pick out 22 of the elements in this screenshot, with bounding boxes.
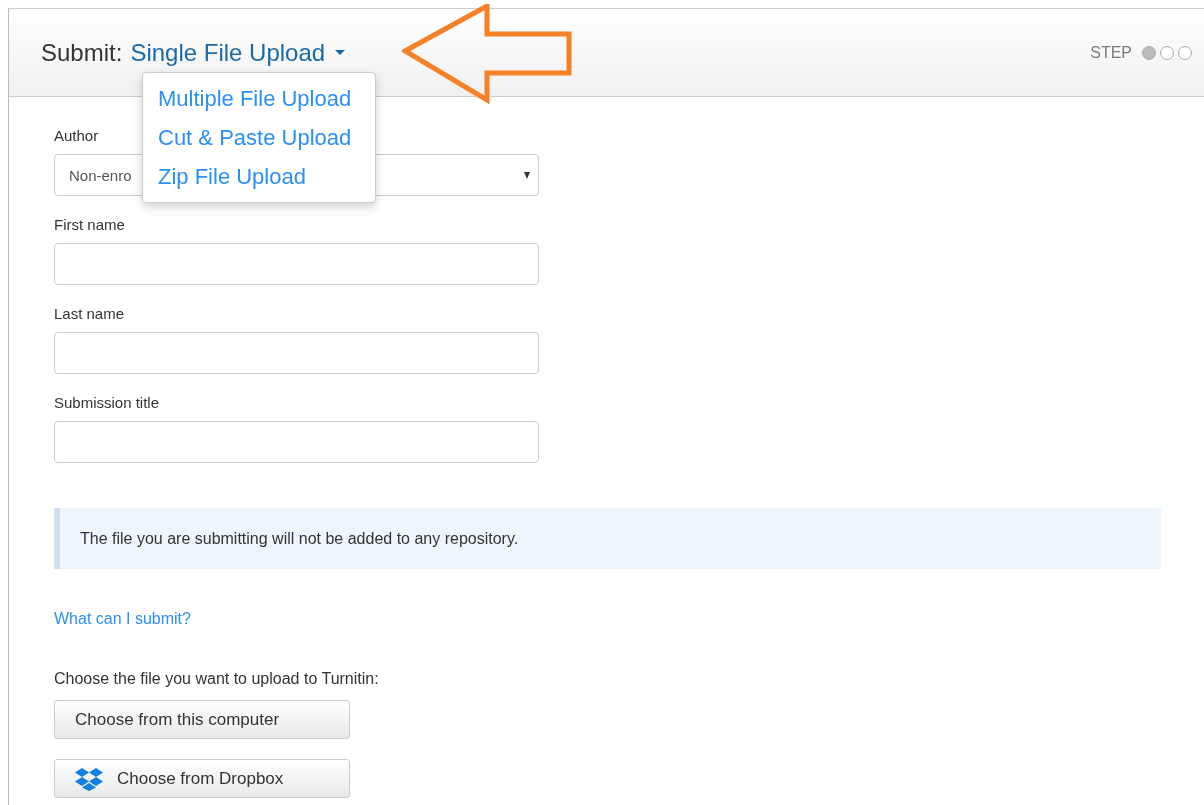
computer-upload-button[interactable]: Choose from this computer (54, 700, 350, 739)
help-link[interactable]: What can I submit? (54, 610, 191, 628)
header-label: Submit: (41, 38, 123, 67)
caret-icon (335, 50, 346, 55)
field-label: Submission title (54, 394, 160, 411)
select-value: Non-enro (69, 166, 132, 184)
menu-item[interactable]: Multiple File Upload (143, 79, 375, 118)
field-label: Last name (54, 305, 125, 322)
info-notice: The file you are submitting will not be added to any repository. (54, 508, 1161, 569)
step-label: STEP (1090, 43, 1132, 62)
input-field[interactable] (54, 421, 539, 463)
dropbox-icon (75, 766, 103, 791)
dropbox-button[interactable]: Choose from Dropbox (54, 759, 350, 798)
dropdown-arrow-icon (524, 171, 530, 179)
upload-type-dropdown[interactable]: Single File Upload (130, 38, 346, 67)
input-field[interactable] (54, 243, 539, 285)
menu-item[interactable]: Zip File Upload (143, 157, 375, 196)
field-label: First name (54, 216, 125, 233)
input-field[interactable] (54, 332, 539, 374)
field-label: Author (54, 127, 99, 144)
upload-prompt: Choose the file you want to upload to Turnitin: (54, 670, 380, 688)
menu-item[interactable]: Cut & Paste Upload (143, 118, 375, 157)
